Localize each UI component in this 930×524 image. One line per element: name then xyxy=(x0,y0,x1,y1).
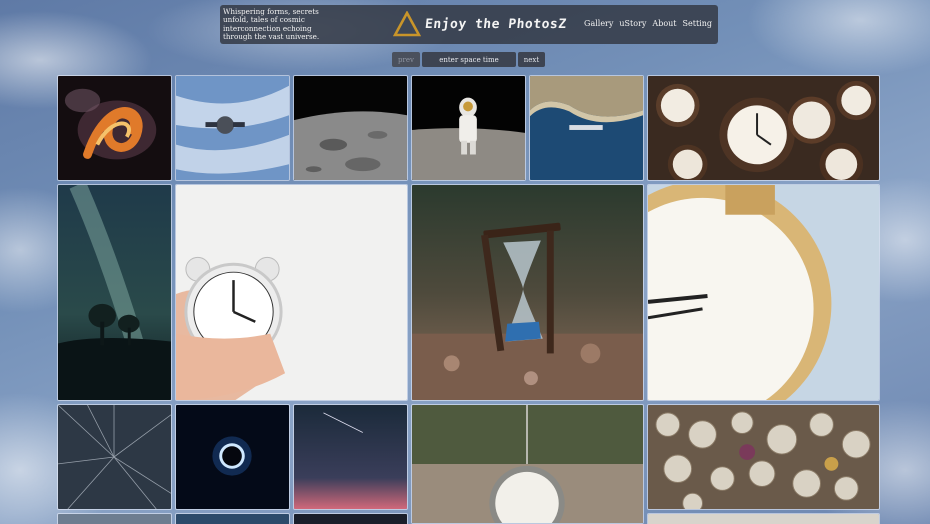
photo-pocket-watch-closeup[interactable] xyxy=(647,184,880,401)
photo-moon-surface[interactable] xyxy=(293,75,408,181)
photo-abstract-swirl[interactable] xyxy=(57,75,172,181)
photo-milky-way-tree[interactable] xyxy=(57,184,172,401)
photo-satellite-orbit[interactable] xyxy=(175,75,290,181)
photo-gallery xyxy=(0,0,930,524)
photo-watch-parts[interactable] xyxy=(647,404,880,510)
photo-hourglass-rocks[interactable] xyxy=(411,184,644,401)
photo-row4-3[interactable] xyxy=(293,513,408,524)
photo-alarm-clock-hand[interactable] xyxy=(175,184,408,401)
photo-astronaut-moon[interactable] xyxy=(411,75,526,181)
photo-eclipse[interactable] xyxy=(175,404,290,510)
photo-night-sky-horizon[interactable] xyxy=(293,404,408,510)
photo-earth-coast[interactable] xyxy=(529,75,644,181)
photo-row4-1[interactable] xyxy=(57,513,172,524)
photo-row4-5[interactable] xyxy=(647,513,880,524)
photo-star-trails[interactable] xyxy=(57,404,172,510)
photo-clocks-pile[interactable] xyxy=(647,75,880,181)
photo-row4-2[interactable] xyxy=(175,513,290,524)
photo-pocket-watch-chain[interactable] xyxy=(411,404,644,524)
